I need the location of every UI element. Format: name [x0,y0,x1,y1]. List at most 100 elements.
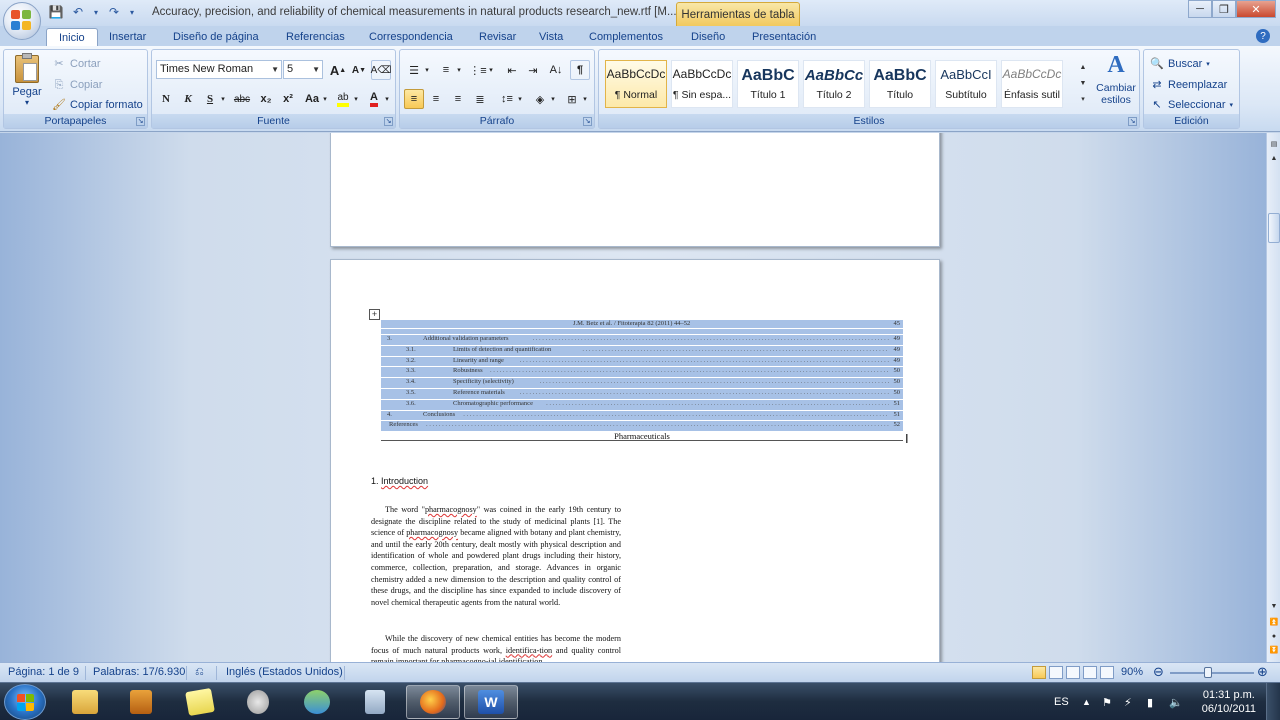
tab-complementos[interactable]: Complementos [589,28,663,46]
taskbar-media-player[interactable] [114,685,168,719]
tab-insertar[interactable]: Insertar [109,28,146,46]
taskbar-firefox[interactable] [406,685,460,719]
style-normal[interactable]: AaBbCcDc ¶ Normal [605,60,667,108]
shrink-font-button[interactable]: A ▼ [349,60,369,80]
office-button[interactable] [3,2,41,40]
page-1[interactable] [330,133,940,247]
change-case-button[interactable]: Aa [302,89,322,109]
highlight-button[interactable]: ab [333,89,353,109]
sort-icon[interactable]: A↓ [546,60,566,80]
start-button[interactable] [4,684,46,720]
taskbar-word[interactable]: W [464,685,518,719]
subscript-button[interactable]: x₂ [256,89,276,109]
web-layout-icon[interactable] [1066,666,1080,679]
change-styles-button[interactable]: A Cambiar estilos [1093,52,1139,112]
page-2[interactable]: + J.M. Betz et al. / Fitoterapia 82 (201… [330,259,940,662]
language-bar-icon[interactable]: ▲ [1082,683,1091,720]
select-button[interactable]: ↖ Seleccionar ▾ [1150,96,1233,114]
toc-row[interactable]: 3.2. Linearity and range.................… [381,355,903,367]
align-center-icon[interactable]: ≡ [426,89,446,109]
toc-row[interactable]: 4. Conclusions...........................… [381,409,903,421]
numbering-icon[interactable]: ≡ [436,60,456,80]
multilevel-dropdown-icon[interactable]: ▾ [486,60,496,80]
shading-dropdown-icon[interactable]: ▾ [548,89,558,109]
document-area[interactable]: + J.M. Betz et al. / Fitoterapia 82 (201… [0,133,1266,662]
zoom-out-icon[interactable]: ⊖ [1153,664,1164,680]
borders-icon[interactable]: ⊞ [562,89,582,109]
borders-dropdown-icon[interactable]: ▾ [580,89,590,109]
paragraph-2[interactable]: While the discovery of new chemical enti… [371,633,621,662]
replace-button[interactable]: ⇄ Reemplazar [1150,76,1227,94]
font-color-dropdown-icon[interactable]: ▾ [382,89,392,109]
font-size-select[interactable]: 5 ▼ [283,60,323,79]
bullets-icon[interactable]: ☰ [404,60,424,80]
vertical-scrollbar[interactable]: ▤ ▲ ▼ ⏫ ● ⏬ [1266,133,1280,662]
taskbar-explorer[interactable] [58,685,112,719]
zoom-slider-track[interactable] [1170,672,1254,674]
restore-button[interactable]: ❐ [1212,0,1236,18]
tab-correspondencia[interactable]: Correspondencia [369,28,453,46]
underline-dropdown-icon[interactable]: ▾ [218,89,228,109]
toc-row[interactable]: 3.6. Chromatographic performance.........… [381,398,903,410]
justify-icon[interactable]: ≣ [470,89,490,109]
help-icon[interactable]: ? [1256,29,1270,43]
tab-inicio[interactable]: Inicio [46,28,98,46]
language-indicator[interactable]: Inglés (Estados Unidos) [226,666,343,678]
superscript-button[interactable]: x² [278,89,298,109]
style-subtle-emphasis[interactable]: AaBbCcDc Énfasis sutil [1001,60,1063,108]
style-subtitle[interactable]: AaBbCcI Subtítulo [935,60,997,108]
line-spacing-dropdown-icon[interactable]: ▾ [515,89,525,109]
cut-button[interactable]: ✂ Cortar [52,55,100,73]
style-heading-1[interactable]: AaBbC Título 1 [737,60,799,108]
page-count[interactable]: Página: 1 de 9 [8,666,79,678]
clear-formatting-button[interactable]: A⌫ [371,60,391,80]
toc-row[interactable]: 3. Additional validation parameters......… [381,334,903,345]
align-left-icon[interactable]: ≡ [404,89,424,109]
toc-table[interactable]: J.M. Betz et al. / Fitoterapia 82 (2011)… [381,320,903,442]
change-case-dropdown-icon[interactable]: ▾ [320,89,330,109]
table-move-handle-icon[interactable]: + [369,309,380,320]
font-launcher-icon[interactable]: ↘ [384,117,393,126]
scroll-up-icon[interactable]: ▲ [1268,153,1280,165]
bullets-dropdown-icon[interactable]: ▾ [422,60,432,80]
taskbar-sticky-notes[interactable] [173,685,227,719]
word-count[interactable]: Palabras: 17/6.930 [93,666,185,678]
font-family-select[interactable]: Times New Roman ▼ [156,60,282,79]
draft-view-icon[interactable] [1100,666,1114,679]
browse-object-icon[interactable]: ● [1268,631,1280,643]
undo-icon[interactable]: ↶ [70,4,86,20]
tab-diseno-pagina[interactable]: Diseño de página [173,28,259,46]
proofing-icon[interactable]: ⎌ [195,666,204,679]
input-language[interactable]: ES [1054,683,1069,720]
outline-view-icon[interactable] [1083,666,1097,679]
power-icon[interactable]: ⚡ [1124,683,1132,720]
next-page-icon[interactable]: ⏬ [1268,645,1280,657]
shading-icon[interactable]: ◈ [530,89,550,109]
toc-row[interactable]: 3.4. Specificity (selectivity)...........… [381,377,903,388]
taskbar-snipping-tool[interactable] [231,685,285,719]
customize-qat-icon[interactable]: ▾ [128,4,136,20]
numbering-dropdown-icon[interactable]: ▾ [454,60,464,80]
toc-row[interactable]: 3.5. Reference materials.................… [381,387,903,399]
zoom-in-icon[interactable]: ⊕ [1257,664,1268,680]
underline-button[interactable]: S [200,89,220,109]
paragraph-launcher-icon[interactable]: ↘ [583,117,592,126]
tab-diseno[interactable]: Diseño [691,28,725,46]
tab-revisar[interactable]: Revisar [479,28,516,46]
volume-icon[interactable]: 🔈 [1169,683,1183,720]
toc-row[interactable]: References..............................… [381,420,903,432]
redo-icon[interactable]: ↷ [106,4,122,20]
decrease-indent-icon[interactable]: ⇤ [502,60,522,80]
italic-button[interactable]: K [178,89,198,109]
format-painter-button[interactable]: 🖌 Copiar formato [52,96,143,114]
style-heading-2[interactable]: AaBbCc Título 2 [803,60,865,108]
taskbar-network[interactable] [290,685,344,719]
print-layout-view-icon[interactable] [1032,666,1046,679]
clock[interactable]: 01:31 p.m. 06/10/2011 [1202,688,1256,716]
align-right-icon[interactable]: ≡ [448,89,468,109]
styles-launcher-icon[interactable]: ↘ [1128,117,1137,126]
tab-referencias[interactable]: Referencias [286,28,345,46]
style-title[interactable]: AaBbC Título [869,60,931,108]
highlight-dropdown-icon[interactable]: ▾ [351,89,361,109]
increase-indent-icon[interactable]: ⇥ [523,60,543,80]
